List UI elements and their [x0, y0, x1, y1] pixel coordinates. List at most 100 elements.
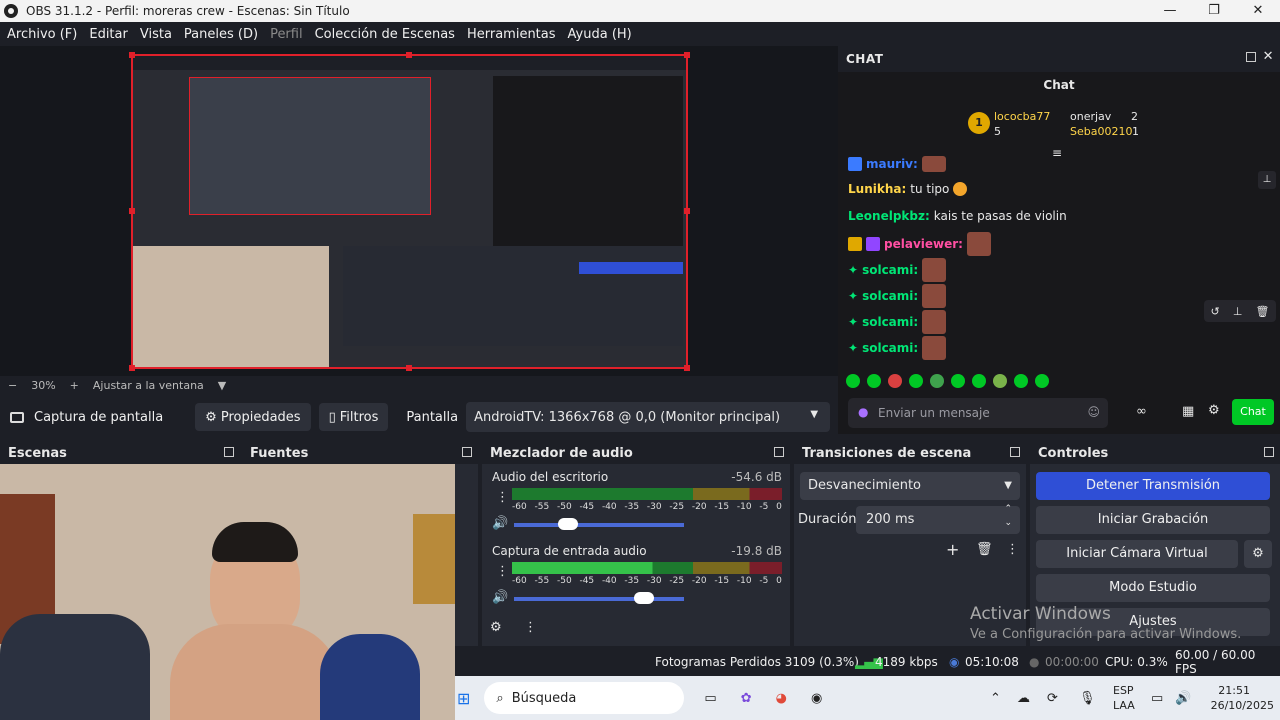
menu-view[interactable]: Vista [135, 27, 177, 42]
taskbar-search[interactable]: ⌕ Búsqueda [484, 682, 685, 714]
emote-icon[interactable] [972, 374, 986, 388]
language-indicator[interactable]: ESP [1113, 684, 1134, 697]
delete-icon[interactable]: 🗑 [1255, 305, 1269, 318]
chat-message: ✦ solcami: [848, 310, 947, 334]
source-toolbar: Captura de pantalla ⚙ Propiedades ▯ Filt… [0, 400, 838, 434]
channel-menu-icon[interactable]: ⋮ [496, 490, 509, 505]
emote-icon[interactable] [993, 374, 1007, 388]
chat-message: ✦ solcami: [848, 284, 947, 308]
emote-icon[interactable] [846, 374, 860, 388]
duration-spinbox[interactable]: 200 ms ⌃ ⌄ [856, 504, 1020, 534]
virtual-cam-button[interactable]: Iniciar Cámara Virtual [1036, 540, 1238, 568]
maximize-icon[interactable]: ❐ [1192, 0, 1236, 22]
float-icon[interactable] [1264, 447, 1274, 457]
chat-dock-header: CHAT ✕ [838, 46, 1280, 72]
clock-date[interactable]: 26/10/2025 [1211, 699, 1274, 712]
mixer-menu-icon[interactable]: ⋮ [524, 620, 537, 635]
chat-send-button[interactable]: Chat [1232, 399, 1274, 425]
speaker-icon[interactable]: 🔊 [492, 590, 508, 605]
channel-level: -54.6 dB [731, 470, 782, 484]
layout-indicator[interactable]: LAA [1113, 699, 1135, 712]
emote-icon[interactable] [951, 374, 965, 388]
emote-icon[interactable] [909, 374, 923, 388]
transition-select[interactable]: Desvanecimiento ▼ [800, 472, 1020, 500]
sync-icon[interactable]: ⟳ [1047, 691, 1058, 706]
zoom-in-button[interactable]: + [70, 379, 79, 392]
filters-button[interactable]: ▯ Filtros [318, 403, 389, 431]
chrome-icon[interactable]: ◕ [776, 691, 787, 706]
chat-dock-title: CHAT [846, 52, 884, 66]
float-icon[interactable] [224, 447, 234, 457]
float-icon[interactable] [1010, 447, 1020, 457]
menu-profile[interactable]: Perfil [265, 27, 308, 42]
minimize-icon[interactable]: — [1148, 0, 1192, 22]
studio-mode-button[interactable]: Modo Estudio [1036, 574, 1270, 602]
status-bar: Fotogramas Perdidos 3109 (0.3%) ▂▄▆ 4189… [455, 648, 1280, 676]
copilot-icon[interactable]: ✿ [741, 691, 752, 706]
fit-dropdown-icon[interactable]: ▼ [218, 379, 226, 392]
stepper-icon[interactable]: ⌃ ⌄ [1004, 502, 1012, 530]
menu-icon[interactable]: ⋮ [1006, 542, 1019, 557]
chat-input[interactable]: ● Enviar un mensaje ☺ [848, 398, 1108, 428]
speaker-icon[interactable]: 🔊 [492, 516, 508, 531]
network-icon[interactable]: ▭ [1151, 691, 1163, 706]
emoji-icon [953, 182, 968, 196]
sparkle-icon: ✦ [848, 315, 859, 329]
gear-icon[interactable]: ⚙ [1244, 540, 1272, 568]
tray-chevron-icon[interactable]: ⌃ [990, 691, 1001, 706]
menu-edit[interactable]: Editar [84, 27, 133, 42]
display-select[interactable]: AndroidTV: 1366x768 @ 0,0 (Monitor princ… [466, 402, 831, 432]
expand-icon[interactable]: ≡ [1052, 146, 1062, 160]
reply-icon[interactable]: ↺ [1211, 305, 1220, 318]
rec-time: 00:00:00 [1045, 655, 1099, 669]
duration-label: Duración [798, 512, 857, 527]
emote-icon[interactable] [888, 374, 902, 388]
volume-slider[interactable] [514, 518, 684, 530]
preview-source-capture[interactable] [129, 52, 690, 371]
close-icon[interactable]: ✕ [1236, 0, 1280, 22]
bits-icon[interactable]: ∞ [1136, 404, 1147, 419]
emote-icon[interactable] [867, 374, 881, 388]
cloud-icon[interactable]: ☁ [1017, 691, 1030, 706]
stop-stream-button[interactable]: Detener Transmisión [1036, 472, 1270, 500]
settings-icon[interactable]: ⚙ [1208, 403, 1220, 418]
menu-help[interactable]: Ayuda (H) [563, 27, 637, 42]
properties-button[interactable]: ⚙ Propiedades [195, 403, 311, 431]
zoom-bar: − 30% + Ajustar a la ventana ▼ [0, 376, 838, 394]
delete-icon[interactable]: 🗑 [976, 542, 993, 557]
fit-window-label[interactable]: Ajustar a la ventana [93, 379, 204, 392]
emote-icon[interactable] [930, 374, 944, 388]
pin-icon[interactable]: ⊥ [1233, 305, 1243, 318]
clock-time[interactable]: 21:51 [1218, 684, 1250, 697]
chat-message: Leonelpkbz: kais te pasas de violin [848, 209, 1067, 223]
emoji-picker-icon[interactable]: ☺ [1087, 405, 1100, 419]
obs-taskbar-icon[interactable]: ◉ [811, 691, 822, 706]
leader-name: lococba77 [994, 110, 1051, 123]
gear-icon: ⚙ [205, 409, 217, 425]
float-icon[interactable] [1246, 52, 1256, 62]
emote-icon[interactable] [1014, 374, 1028, 388]
volume-slider[interactable] [514, 592, 684, 604]
windows-start-icon[interactable]: ⊞ [457, 689, 470, 708]
menu-docks[interactable]: Paneles (D) [179, 27, 263, 42]
pin-icon[interactable]: ⊥ [1258, 171, 1276, 189]
close-icon[interactable]: ✕ [1263, 49, 1274, 64]
float-icon[interactable] [774, 447, 784, 457]
display-label: Pantalla [406, 409, 459, 425]
add-icon[interactable]: + [946, 540, 959, 559]
start-recording-button[interactable]: Iniciar Grabación [1036, 506, 1270, 534]
channel-menu-icon[interactable]: ⋮ [496, 564, 509, 579]
menu-tools[interactable]: Herramientas [462, 27, 561, 42]
mixer-settings-icon[interactable]: ⚙ [490, 620, 502, 635]
menu-file[interactable]: Archivo (F) [2, 27, 82, 42]
float-icon[interactable] [462, 447, 472, 457]
zoom-out-button[interactable]: − [8, 379, 17, 392]
file-explorer-icon[interactable]: ▭ [704, 691, 716, 706]
store-icon[interactable]: ▦ [1182, 404, 1194, 419]
menu-scene-collection[interactable]: Colección de Escenas [310, 27, 460, 42]
volume-icon[interactable]: 🔊 [1175, 691, 1191, 706]
monitor-icon [10, 411, 24, 423]
emote-icon[interactable] [1035, 374, 1049, 388]
mic-tray-icon[interactable]: 🎙 [1079, 691, 1096, 706]
leader-count: 5 [994, 125, 1001, 138]
